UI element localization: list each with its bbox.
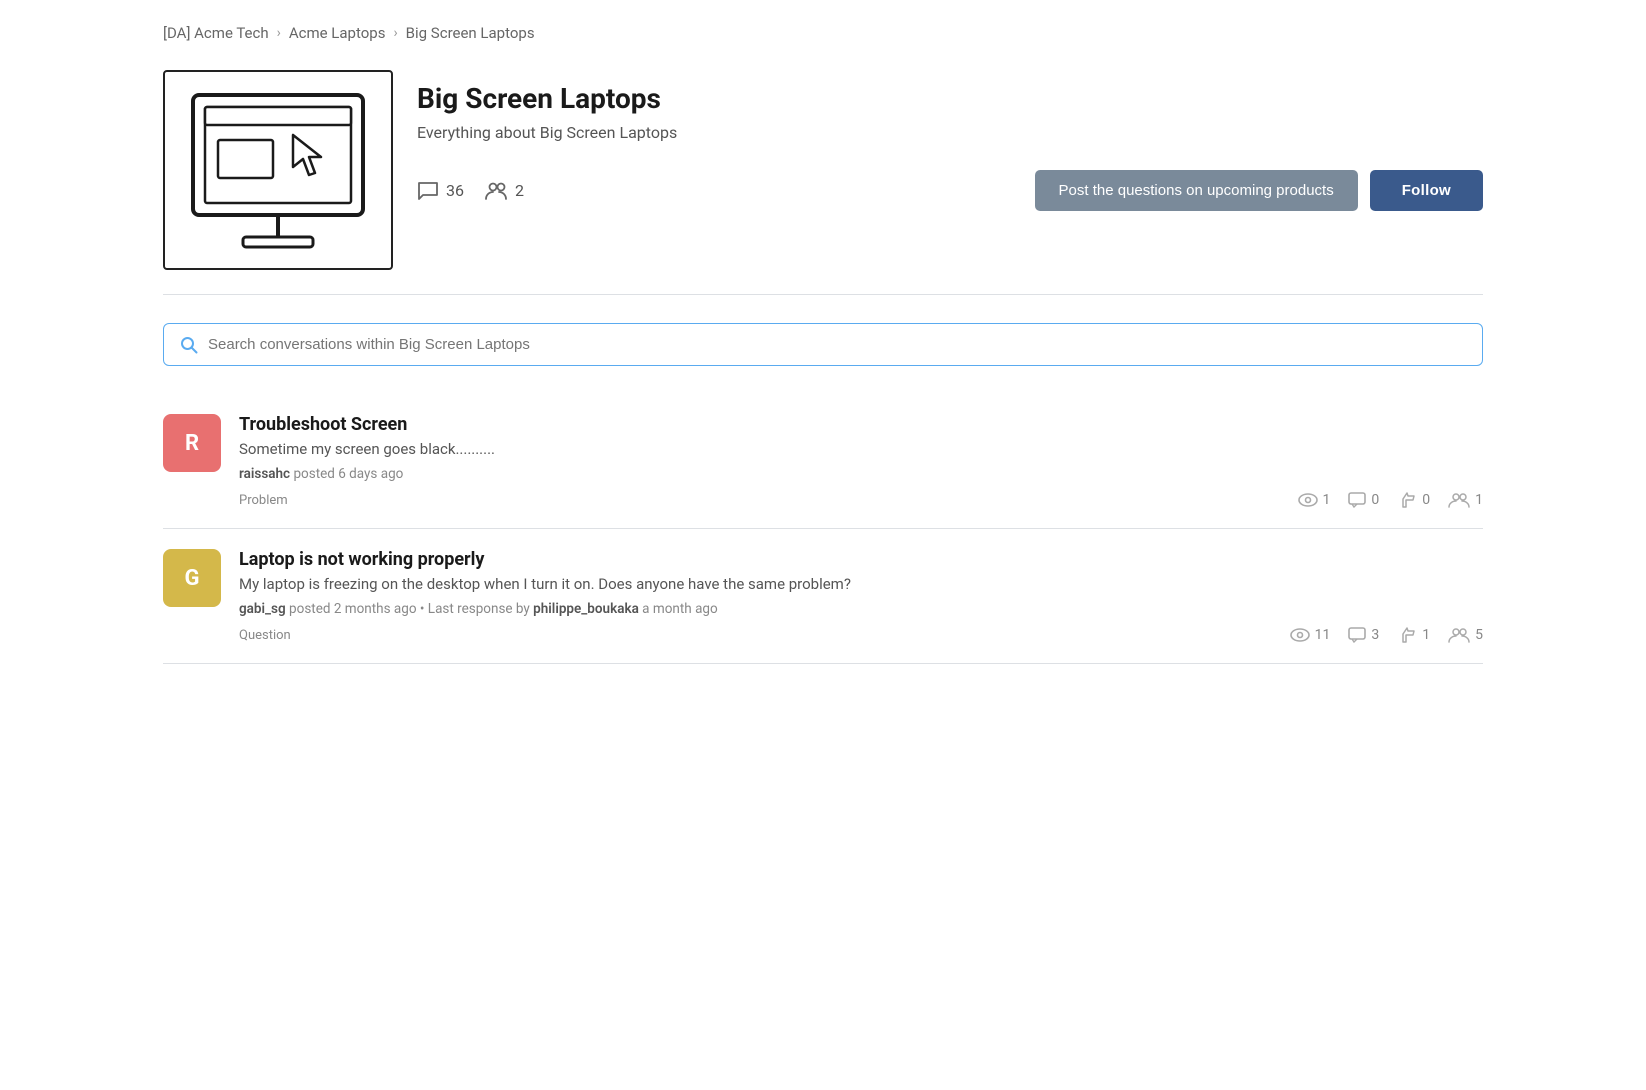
header-actions: 36 2 Post the questions on upcoming prod [417,170,1483,211]
breadcrumb-sep-1: › [277,25,281,41]
post-footer: Question 11 [239,627,1483,643]
page-title: Big Screen Laptops [417,82,1483,115]
post-tag: Problem [239,493,288,508]
comments-count: 3 [1371,627,1379,643]
search-input[interactable] [208,336,1466,353]
breadcrumb-item-2[interactable]: Acme Laptops [289,24,386,42]
list-item: G Laptop is not working properly My lapt… [163,529,1483,664]
followers-count: 1 [1475,492,1483,508]
members-count: 2 [515,181,524,200]
likes-stat: 1 [1397,627,1430,643]
header-section: Big Screen Laptops Everything about Big … [163,70,1483,270]
post-excerpt: My laptop is freezing on the desktop whe… [239,575,1483,593]
conversations-count: 36 [446,181,464,200]
post-stats: 1 0 0 [1298,492,1484,508]
views-count: 1 [1323,492,1331,508]
followers-icon [1448,627,1470,643]
buttons-area: Post the questions on upcoming products … [1035,170,1483,211]
likes-count: 1 [1422,627,1430,643]
views-stat: 1 [1298,492,1331,508]
breadcrumb-sep-2: › [393,25,397,41]
conversations-stat: 36 [417,181,464,201]
members-stat: 2 [484,181,524,201]
page-subtitle: Everything about Big Screen Laptops [417,123,1483,142]
stats-area: 36 2 [417,181,524,201]
comments-stat: 3 [1348,627,1379,643]
followers-icon [1448,492,1470,508]
comments-count: 0 [1371,492,1379,508]
post-stats: 11 3 1 [1290,627,1483,643]
comment-icon [1348,627,1366,643]
eye-icon [1298,493,1318,507]
post-title[interactable]: Laptop is not working properly [239,549,1483,570]
like-icon [1397,627,1417,643]
follow-button[interactable]: Follow [1370,170,1483,211]
likes-stat: 0 [1397,492,1430,508]
header-content: Big Screen Laptops Everything about Big … [417,70,1483,211]
followers-stat: 5 [1448,627,1483,643]
post-questions-button[interactable]: Post the questions on upcoming products [1035,170,1358,211]
list-item: R Troubleshoot Screen Sometime my screen… [163,394,1483,529]
eye-icon [1290,628,1310,642]
like-icon [1397,492,1417,508]
post-content: Troubleshoot Screen Sometime my screen g… [239,414,1483,508]
search-icon [180,334,198,355]
avatar: R [163,414,221,472]
category-icon [163,70,393,270]
followers-stat: 1 [1448,492,1483,508]
likes-count: 0 [1422,492,1430,508]
views-count: 11 [1315,627,1331,643]
post-content: Laptop is not working properly My laptop… [239,549,1483,643]
search-bar [163,323,1483,366]
post-tag: Question [239,628,291,643]
post-footer: Problem 1 [239,492,1483,508]
posts-list: R Troubleshoot Screen Sometime my screen… [163,394,1483,664]
post-title[interactable]: Troubleshoot Screen [239,414,1483,435]
post-excerpt: Sometime my screen goes black.......... [239,440,1483,458]
views-stat: 11 [1290,627,1331,643]
avatar: G [163,549,221,607]
breadcrumb-item-1[interactable]: [DA] Acme Tech [163,24,269,42]
post-meta: raissahc posted 6 days ago [239,466,1483,482]
followers-count: 5 [1475,627,1483,643]
breadcrumb: [DA] Acme Tech › Acme Laptops › Big Scre… [163,24,1483,42]
header-divider [163,294,1483,295]
comment-icon [1348,492,1366,508]
comments-stat: 0 [1348,492,1379,508]
post-meta: gabi_sg posted 2 months ago • Last respo… [239,601,1483,617]
breadcrumb-item-3: Big Screen Laptops [406,24,535,42]
members-icon [484,181,508,201]
chat-icon [417,181,439,201]
